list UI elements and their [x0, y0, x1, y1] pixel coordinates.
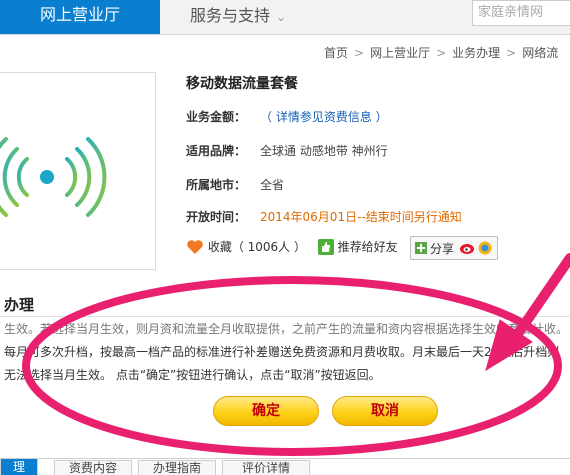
favorite-button[interactable]: 收藏（ 1006人 ） [186, 238, 306, 255]
product-title: 移动数据流量套餐 [186, 76, 298, 92]
recommend-label: 推荐给好友 [337, 240, 398, 254]
notice-line-3: 无法选择当月生效。 点击“确定”按钮进行确认，点击“取消”按钮返回。 [4, 368, 381, 382]
region-value: 全省 [260, 178, 285, 192]
wireless-signal-icon [0, 137, 107, 217]
nav-tab-online-hall[interactable]: 网上营业厅 [0, 0, 160, 34]
heart-icon [187, 239, 203, 254]
brand-value: 全球通 动感地带 神州行 [260, 144, 388, 158]
share-label: 分享 [430, 242, 455, 256]
nav-tab-service-support[interactable]: 服务与支持 ⌄ [190, 0, 286, 34]
search-input[interactable]: 家庭亲情网 [472, 0, 570, 26]
qzone-icon[interactable] [478, 241, 492, 255]
brand-label: 适用品牌： [186, 144, 247, 158]
product-actions: 收藏（ 1006人 ） 推荐给好友 [186, 238, 398, 255]
tab-reviews[interactable]: 评价详情 [222, 460, 310, 475]
tab-fee-content[interactable]: 资费内容 [54, 460, 132, 475]
fee-info-link[interactable]: （ 详情参见资费信息 ） [260, 108, 388, 125]
nav-service-label: 服务与支持 [190, 6, 271, 25]
open-time-value: 2014年06月01日--结束时间另行通知 [260, 210, 462, 224]
breadcrumb-home[interactable]: 首页 [324, 46, 348, 60]
chevron-right-icon: > [436, 46, 447, 60]
share-plus-icon [415, 242, 427, 254]
open-time-label: 开放时间： [186, 210, 247, 224]
chevron-right-icon: > [354, 46, 365, 60]
section-divider [0, 286, 570, 317]
recommend-button[interactable]: 推荐给好友 [317, 238, 398, 255]
notice-line-1: 生效。若选择当月生效，则月资和流量全月收取提供，之前产生的流量和资内容根据选择生… [4, 322, 569, 336]
chevron-down-icon: ⌄ [276, 10, 287, 24]
product-image [0, 72, 156, 270]
thumbs-up-icon [317, 238, 334, 255]
weibo-icon[interactable] [460, 241, 476, 255]
cancel-button[interactable]: 取消 [332, 396, 438, 426]
notice-line-2: 每月可多次升档，按最高一档产品的标准进行补差赠送免费资源和月费收取。月末最后一天… [4, 345, 560, 359]
favorite-label: 收藏（ 1006人 ） [207, 240, 306, 254]
section-title: 办理 [4, 296, 35, 314]
region-label: 所属地市： [186, 178, 247, 192]
tab-handle[interactable]: 理 [0, 458, 38, 475]
fee-label: 业务金额： [186, 110, 247, 124]
breadcrumb: 首页 > 网上营业厅 > 业务办理 > 网络流 [324, 44, 558, 61]
breadcrumb-current: 网络流 [522, 46, 559, 60]
breadcrumb-business[interactable]: 业务办理 [452, 46, 500, 60]
confirm-button[interactable]: 确定 [213, 396, 319, 426]
breadcrumb-online-hall[interactable]: 网上营业厅 [370, 46, 430, 60]
share-button[interactable]: 分享 [410, 236, 498, 260]
chevron-right-icon: > [506, 46, 517, 60]
tab-guide[interactable]: 办理指南 [138, 460, 216, 475]
